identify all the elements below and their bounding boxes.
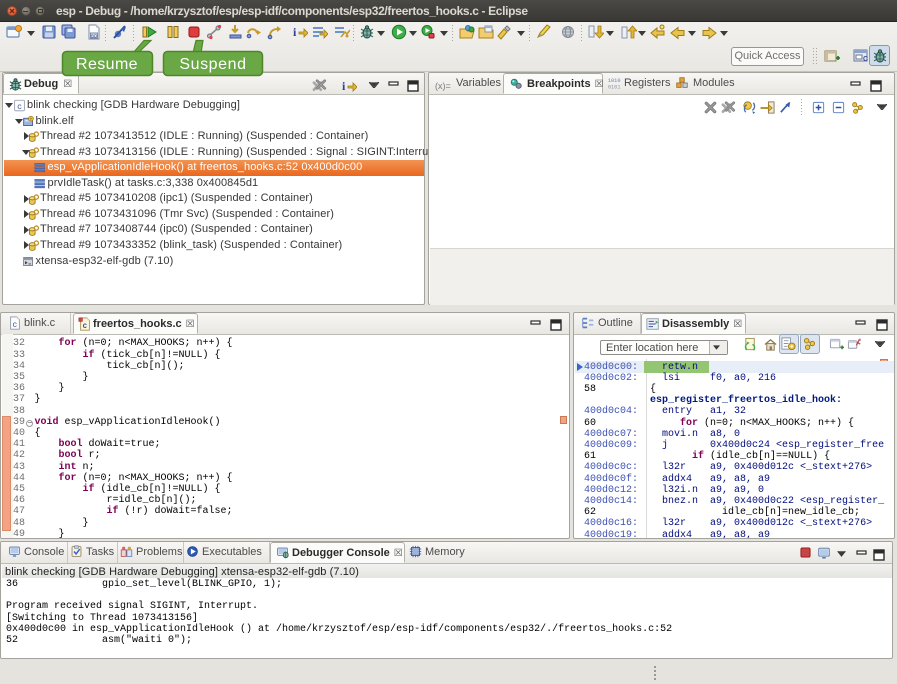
svg-text:Resume: Resume — [76, 56, 138, 73]
svg-text:Suspend: Suspend — [179, 56, 246, 73]
